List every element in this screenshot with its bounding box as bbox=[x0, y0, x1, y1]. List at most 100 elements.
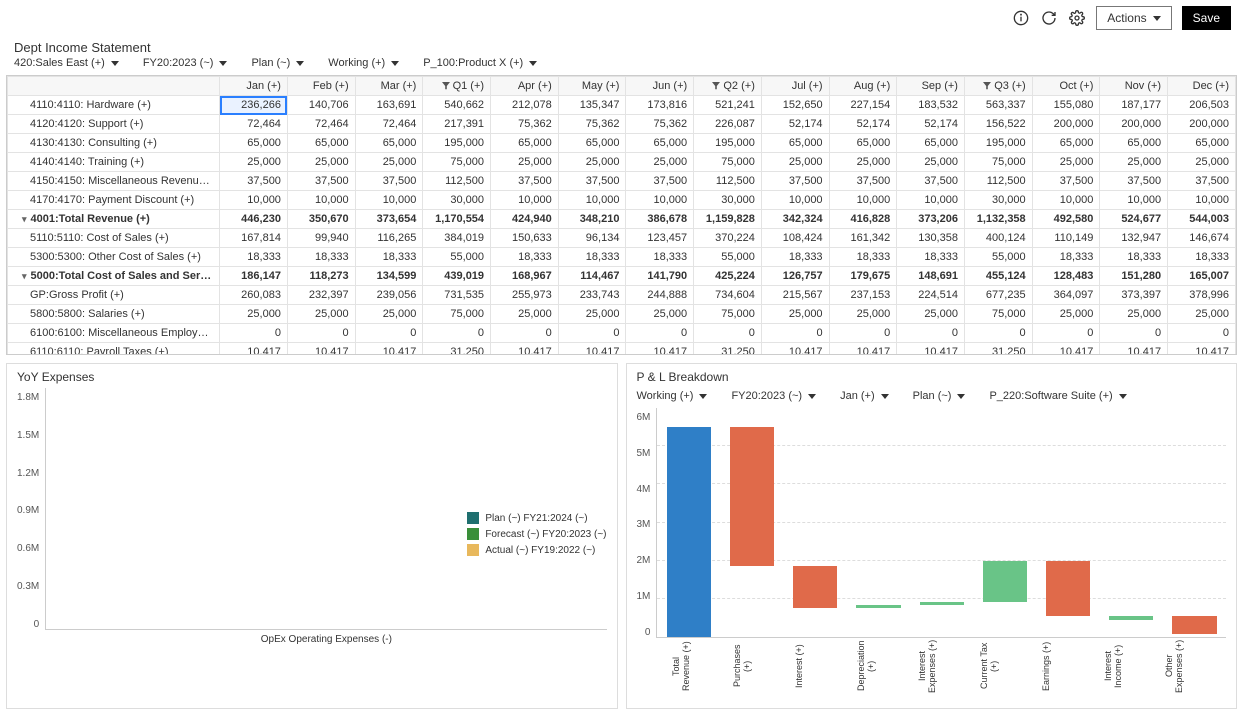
grid-cell[interactable]: 65,000 bbox=[220, 134, 288, 153]
grid-cell[interactable]: 25,000 bbox=[1032, 305, 1100, 324]
waterfall-bar[interactable] bbox=[983, 561, 1027, 602]
grid-cell[interactable]: 10,000 bbox=[1168, 191, 1236, 210]
grid-cell[interactable]: 187,177 bbox=[1100, 96, 1168, 115]
filter-dropdown[interactable]: 420:Sales East (+) bbox=[14, 57, 119, 69]
row-label-cell[interactable]: GP:Gross Profit (+) bbox=[8, 286, 220, 305]
row-label-cell[interactable]: 4110:4110: Hardware (+) bbox=[8, 96, 220, 115]
grid-cell[interactable]: 141,790 bbox=[626, 267, 694, 286]
grid-cell[interactable]: 195,000 bbox=[694, 134, 762, 153]
grid-cell[interactable]: 0 bbox=[287, 324, 355, 343]
grid-cell[interactable]: 18,333 bbox=[558, 248, 626, 267]
filter-dropdown[interactable]: FY20:2023 (~) bbox=[731, 390, 816, 402]
grid-cell[interactable]: 96,134 bbox=[558, 229, 626, 248]
grid-cell[interactable]: 25,000 bbox=[355, 305, 423, 324]
grid-cell[interactable]: 10,417 bbox=[897, 343, 965, 356]
grid-cell[interactable]: 364,097 bbox=[1032, 286, 1100, 305]
grid-cell[interactable]: 55,000 bbox=[423, 248, 491, 267]
row-label-cell[interactable]: 5800:5800: Salaries (+) bbox=[8, 305, 220, 324]
grid-cell[interactable]: 132,947 bbox=[1100, 229, 1168, 248]
filter-dropdown[interactable]: Plan (~) bbox=[251, 57, 304, 69]
grid-cell[interactable]: 25,000 bbox=[1032, 153, 1100, 172]
column-header[interactable]: Q1 (+) bbox=[423, 77, 491, 96]
grid-cell[interactable]: 239,056 bbox=[355, 286, 423, 305]
grid-cell[interactable]: 18,333 bbox=[761, 248, 829, 267]
grid-cell[interactable]: 455,124 bbox=[964, 267, 1032, 286]
grid-cell[interactable]: 224,514 bbox=[897, 286, 965, 305]
grid-cell[interactable]: 168,967 bbox=[491, 267, 559, 286]
grid-cell[interactable]: 65,000 bbox=[829, 134, 897, 153]
grid-cell[interactable]: 75,362 bbox=[558, 115, 626, 134]
grid-cell[interactable]: 150,633 bbox=[491, 229, 559, 248]
grid-cell[interactable]: 195,000 bbox=[423, 134, 491, 153]
waterfall-bar[interactable] bbox=[856, 605, 900, 609]
grid-cell[interactable]: 10,000 bbox=[829, 191, 897, 210]
grid-cell[interactable]: 0 bbox=[423, 324, 491, 343]
grid-cell[interactable]: 0 bbox=[829, 324, 897, 343]
grid-cell[interactable]: 18,333 bbox=[220, 248, 288, 267]
legend-item[interactable]: Plan (~) FY21:2024 (~) bbox=[467, 512, 606, 524]
grid-cell[interactable]: 25,000 bbox=[220, 153, 288, 172]
column-header[interactable]: Nov (+) bbox=[1100, 77, 1168, 96]
grid-cell[interactable]: 25,000 bbox=[829, 305, 897, 324]
grid-cell[interactable]: 200,000 bbox=[1100, 115, 1168, 134]
grid-cell[interactable]: 25,000 bbox=[355, 153, 423, 172]
grid-cell[interactable]: 37,500 bbox=[355, 172, 423, 191]
grid-cell[interactable]: 10,417 bbox=[761, 343, 829, 356]
column-header[interactable]: Jan (+) bbox=[220, 77, 288, 96]
grid-cell[interactable]: 37,500 bbox=[829, 172, 897, 191]
waterfall-bar[interactable] bbox=[793, 566, 837, 608]
grid-cell[interactable]: 156,522 bbox=[964, 115, 1032, 134]
save-button[interactable]: Save bbox=[1182, 6, 1231, 30]
grid-cell[interactable]: 0 bbox=[761, 324, 829, 343]
waterfall-bar[interactable] bbox=[730, 427, 774, 566]
grid-cell[interactable]: 386,678 bbox=[626, 210, 694, 229]
grid-cell[interactable]: 37,500 bbox=[558, 172, 626, 191]
filter-dropdown[interactable]: P_220:Software Suite (+) bbox=[989, 390, 1126, 402]
grid-cell[interactable]: 179,675 bbox=[829, 267, 897, 286]
row-label-cell[interactable]: 5110:5110: Cost of Sales (+) bbox=[8, 229, 220, 248]
grid-cell[interactable]: 37,500 bbox=[1168, 172, 1236, 191]
column-header[interactable]: May (+) bbox=[558, 77, 626, 96]
grid-cell[interactable]: 10,000 bbox=[1032, 191, 1100, 210]
grid-cell[interactable]: 492,580 bbox=[1032, 210, 1100, 229]
grid-cell[interactable]: 30,000 bbox=[423, 191, 491, 210]
grid-cell[interactable]: 112,500 bbox=[964, 172, 1032, 191]
grid-cell[interactable]: 215,567 bbox=[761, 286, 829, 305]
grid-cell[interactable]: 25,000 bbox=[626, 305, 694, 324]
column-header[interactable]: Dec (+) bbox=[1168, 77, 1236, 96]
grid-cell[interactable]: 18,333 bbox=[287, 248, 355, 267]
grid-cell[interactable]: 18,333 bbox=[829, 248, 897, 267]
grid-cell[interactable]: 110,149 bbox=[1032, 229, 1100, 248]
waterfall-bar[interactable] bbox=[1172, 616, 1216, 634]
grid-cell[interactable]: 195,000 bbox=[964, 134, 1032, 153]
filter-dropdown[interactable]: FY20:2023 (~) bbox=[143, 57, 228, 69]
grid-cell[interactable]: 75,362 bbox=[626, 115, 694, 134]
grid-cell[interactable]: 25,000 bbox=[1100, 305, 1168, 324]
grid-cell[interactable]: 384,019 bbox=[423, 229, 491, 248]
filter-dropdown[interactable]: Plan (~) bbox=[913, 390, 966, 402]
grid-cell[interactable]: 65,000 bbox=[558, 134, 626, 153]
grid-cell[interactable]: 10,417 bbox=[1168, 343, 1236, 356]
grid-cell[interactable]: 99,940 bbox=[287, 229, 355, 248]
column-header[interactable]: Jul (+) bbox=[761, 77, 829, 96]
column-header[interactable]: Oct (+) bbox=[1032, 77, 1100, 96]
grid-cell[interactable]: 140,706 bbox=[287, 96, 355, 115]
grid-cell[interactable]: 65,000 bbox=[1032, 134, 1100, 153]
grid-cell[interactable]: 10,000 bbox=[220, 191, 288, 210]
grid-cell[interactable]: 200,000 bbox=[1032, 115, 1100, 134]
grid-cell[interactable]: 30,000 bbox=[964, 191, 1032, 210]
grid-cell[interactable]: 75,000 bbox=[694, 305, 762, 324]
grid-cell[interactable]: 108,424 bbox=[761, 229, 829, 248]
grid-cell[interactable]: 439,019 bbox=[423, 267, 491, 286]
column-header[interactable]: Jun (+) bbox=[626, 77, 694, 96]
grid-cell[interactable]: 37,500 bbox=[491, 172, 559, 191]
row-label-cell[interactable]: 5300:5300: Other Cost of Sales (+) bbox=[8, 248, 220, 267]
filter-dropdown[interactable]: Working (+) bbox=[328, 57, 399, 69]
grid-cell[interactable]: 65,000 bbox=[761, 134, 829, 153]
grid-cell[interactable]: 0 bbox=[964, 324, 1032, 343]
grid-cell[interactable]: 25,000 bbox=[1168, 153, 1236, 172]
grid-cell[interactable]: 10,417 bbox=[355, 343, 423, 356]
grid-cell[interactable]: 155,080 bbox=[1032, 96, 1100, 115]
grid-cell[interactable]: 37,500 bbox=[1032, 172, 1100, 191]
collapse-icon[interactable]: ▾ bbox=[22, 214, 27, 225]
